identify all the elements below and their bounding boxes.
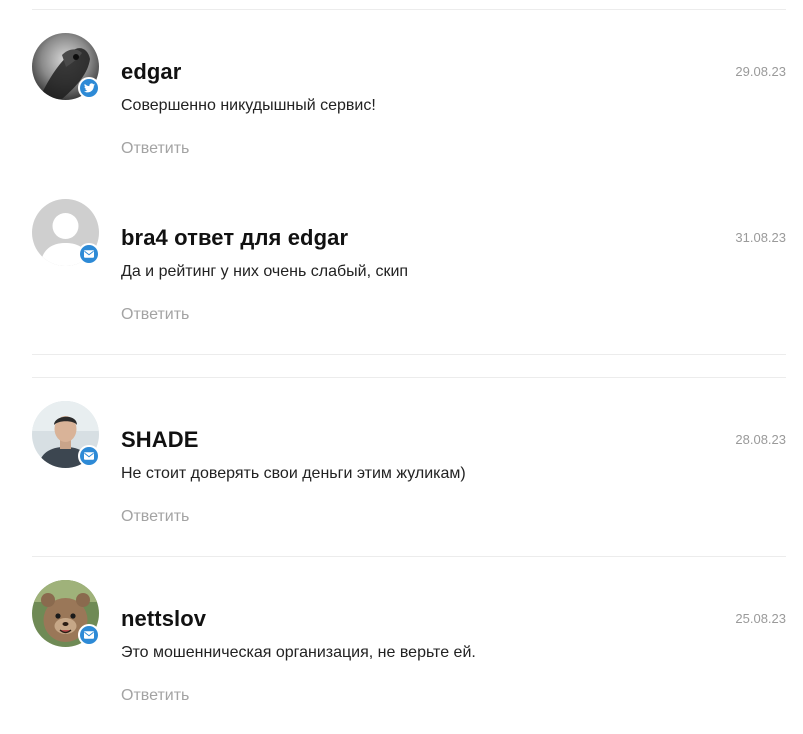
avatar[interactable] [32,401,100,468]
reply-link[interactable]: Ответить [121,687,189,705]
comment-date: 25.08.23 [735,611,786,626]
comment-author: nettslov [121,606,207,631]
comment-item: edgar 29.08.23 Совершенно никудышный сер… [32,33,786,163]
comment-author: edgar [121,59,182,84]
comment-author: bra4 ответ для edgar [121,225,349,250]
divider [32,377,786,378]
comment-date: 28.08.23 [735,432,786,447]
twitter-icon [78,77,100,99]
comment-date: 31.08.23 [735,230,786,245]
mail-icon [78,624,100,646]
mail-icon [78,445,100,467]
comment-item: SHADE 28.08.23 Не стоит доверять свои де… [32,401,786,531]
comment-text: Не стоит доверять свои деньги этим жулик… [121,465,466,482]
comment-text: Это мошенническая организация, не верьте… [121,644,476,661]
avatar[interactable] [32,580,100,647]
comment-date: 29.08.23 [735,64,786,79]
mail-icon [78,243,100,265]
comment-item: nettslov 25.08.23 Это мошенническая орга… [32,580,786,710]
comment-text: Да и рейтинг у них очень слабый, скип [121,263,409,280]
reply-link[interactable]: Ответить [121,306,189,324]
divider [32,556,786,557]
comment-author: SHADE [121,427,199,452]
avatar[interactable] [32,33,100,100]
comment-text: Совершенно никудышный сервис! [121,97,376,114]
reply-link[interactable]: Ответить [121,140,189,158]
avatar[interactable] [32,199,100,266]
comment-item: bra4 ответ для edgar 31.08.23 Да и рейти… [32,199,786,329]
divider [32,354,786,355]
divider-top [32,9,786,10]
reply-link[interactable]: Ответить [121,508,189,526]
